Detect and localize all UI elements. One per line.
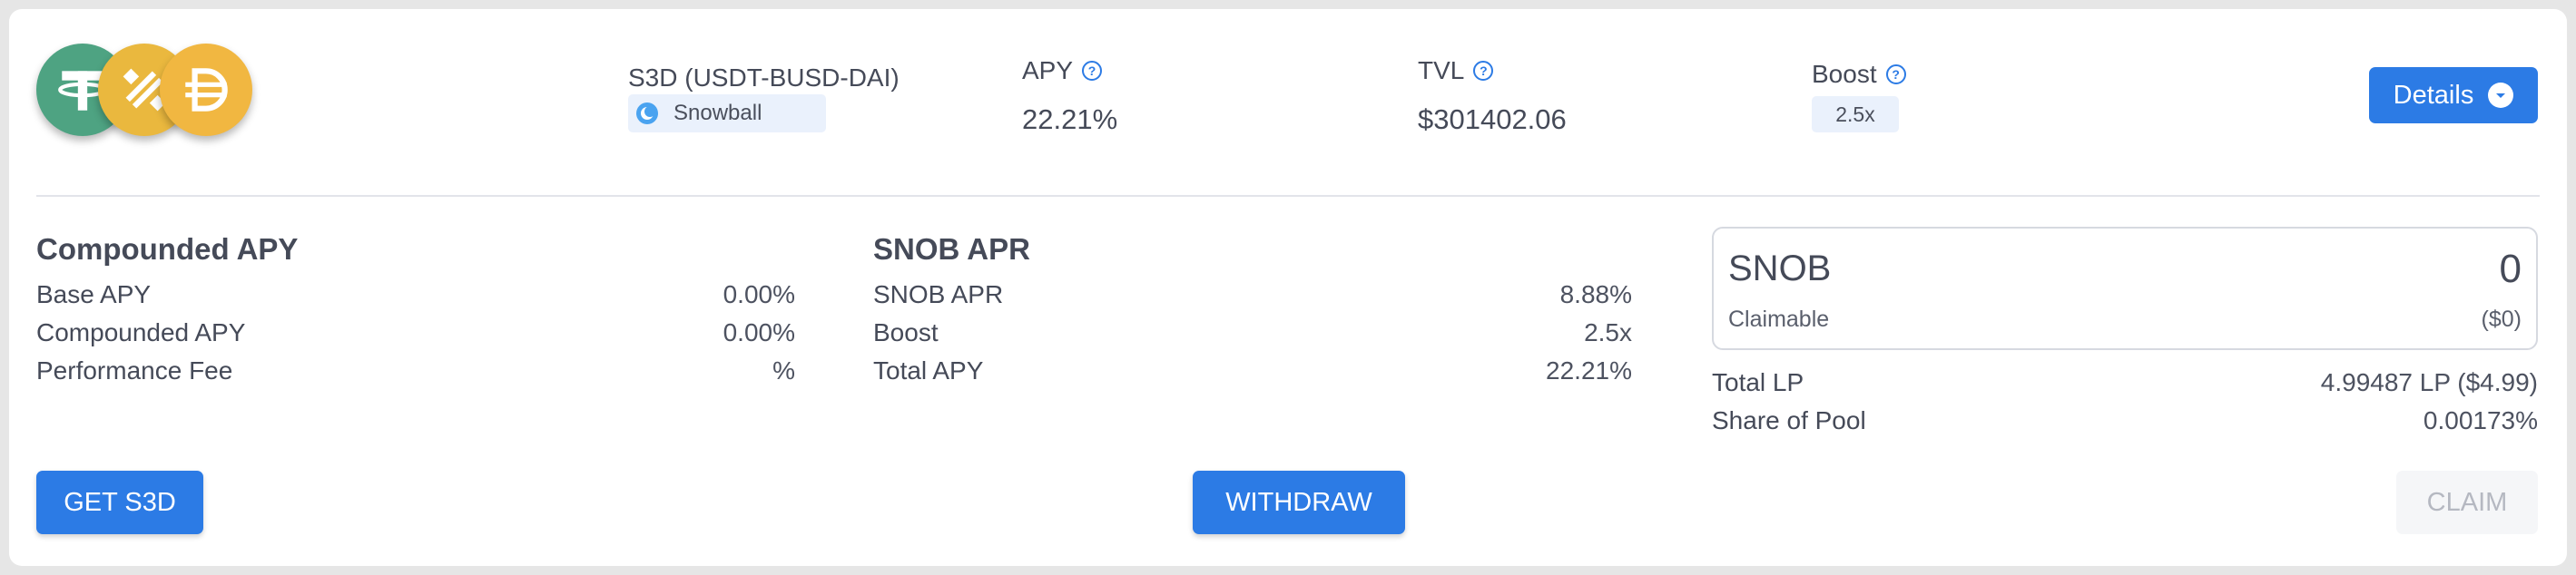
apy-value: 22.21% — [1022, 103, 1118, 135]
boost-label-group: Boost ? — [1812, 60, 1906, 89]
row-label: Total LP — [1712, 368, 1804, 396]
row-value: 2.5x — [1584, 318, 1632, 346]
row-label: Performance Fee — [36, 356, 233, 385]
get-s3d-button[interactable]: GET S3D — [36, 471, 203, 534]
compounded-row: Base APY 0.00% — [36, 277, 795, 313]
platform-badge: Snowball — [628, 94, 826, 132]
tvl-label-group: TVL ? — [1418, 56, 1494, 85]
snob-apr-row: Boost 2.5x — [873, 315, 1632, 351]
pool-name: S3D (USDT-BUSD-DAI) — [628, 63, 900, 92]
apy-label-group: APY ? — [1022, 56, 1103, 85]
boost-badge: 2.5x — [1812, 96, 1899, 132]
row-value: 22.21% — [1546, 356, 1632, 385]
row-value: 8.88% — [1559, 280, 1632, 308]
claimable-box: SNOB 0 Claimable ($0) — [1712, 227, 2538, 350]
compounded-apy-title: Compounded APY — [36, 232, 299, 266]
details-button[interactable]: Details — [2369, 67, 2538, 123]
row-label: Base APY — [36, 280, 152, 308]
token-icons — [36, 44, 263, 143]
claim-button[interactable]: CLAIM — [2396, 471, 2538, 534]
claimable-usd: ($0) — [2481, 307, 2522, 332]
reward-amount: 0 — [2499, 247, 2522, 291]
platform-name: Snowball — [673, 101, 762, 125]
compounded-row: Performance Fee % — [36, 353, 795, 389]
row-value: % — [772, 356, 795, 385]
claim-row: Share of Pool 0.00173% — [1712, 403, 2538, 439]
row-value: 4.99487 LP ($4.99) — [2320, 368, 2538, 396]
withdraw-button[interactable]: WITHDRAW — [1193, 471, 1405, 534]
apy-help-icon[interactable]: ? — [1082, 61, 1103, 81]
row-value: 0.00% — [723, 280, 795, 308]
snob-apr-row: SNOB APR 8.88% — [873, 277, 1632, 313]
compounded-row: Compounded APY 0.00% — [36, 315, 795, 351]
dai-icon — [160, 44, 252, 136]
snob-apr-title: SNOB APR — [873, 232, 1030, 266]
pool-card: S3D (USDT-BUSD-DAI) Snowball APY ? 22.21… — [9, 9, 2567, 566]
chevron-down-icon — [2488, 83, 2514, 108]
details-button-label: Details — [2393, 80, 2474, 110]
row-value: 0.00173% — [2423, 406, 2538, 434]
row-label: Share of Pool — [1712, 406, 1866, 434]
reward-token: SNOB — [1728, 249, 1832, 288]
claimable-label: Claimable — [1728, 307, 1830, 332]
snowball-icon — [636, 102, 658, 124]
boost-label: Boost — [1812, 60, 1877, 88]
snob-apr-row: Total APY 22.21% — [873, 353, 1632, 389]
tvl-label: TVL — [1418, 56, 1465, 84]
row-value: 0.00% — [723, 318, 795, 346]
row-label: Boost — [873, 318, 939, 346]
row-label: SNOB APR — [873, 280, 1004, 308]
apy-label: APY — [1022, 56, 1074, 84]
tvl-value: $301402.06 — [1418, 103, 1567, 135]
row-label: Compounded APY — [36, 318, 246, 346]
boost-help-icon[interactable]: ? — [1885, 64, 1906, 84]
row-label: Total APY — [873, 356, 984, 385]
claim-row: Total LP 4.99487 LP ($4.99) — [1712, 365, 2538, 401]
divider — [36, 195, 2540, 197]
tvl-help-icon[interactable]: ? — [1473, 61, 1494, 81]
